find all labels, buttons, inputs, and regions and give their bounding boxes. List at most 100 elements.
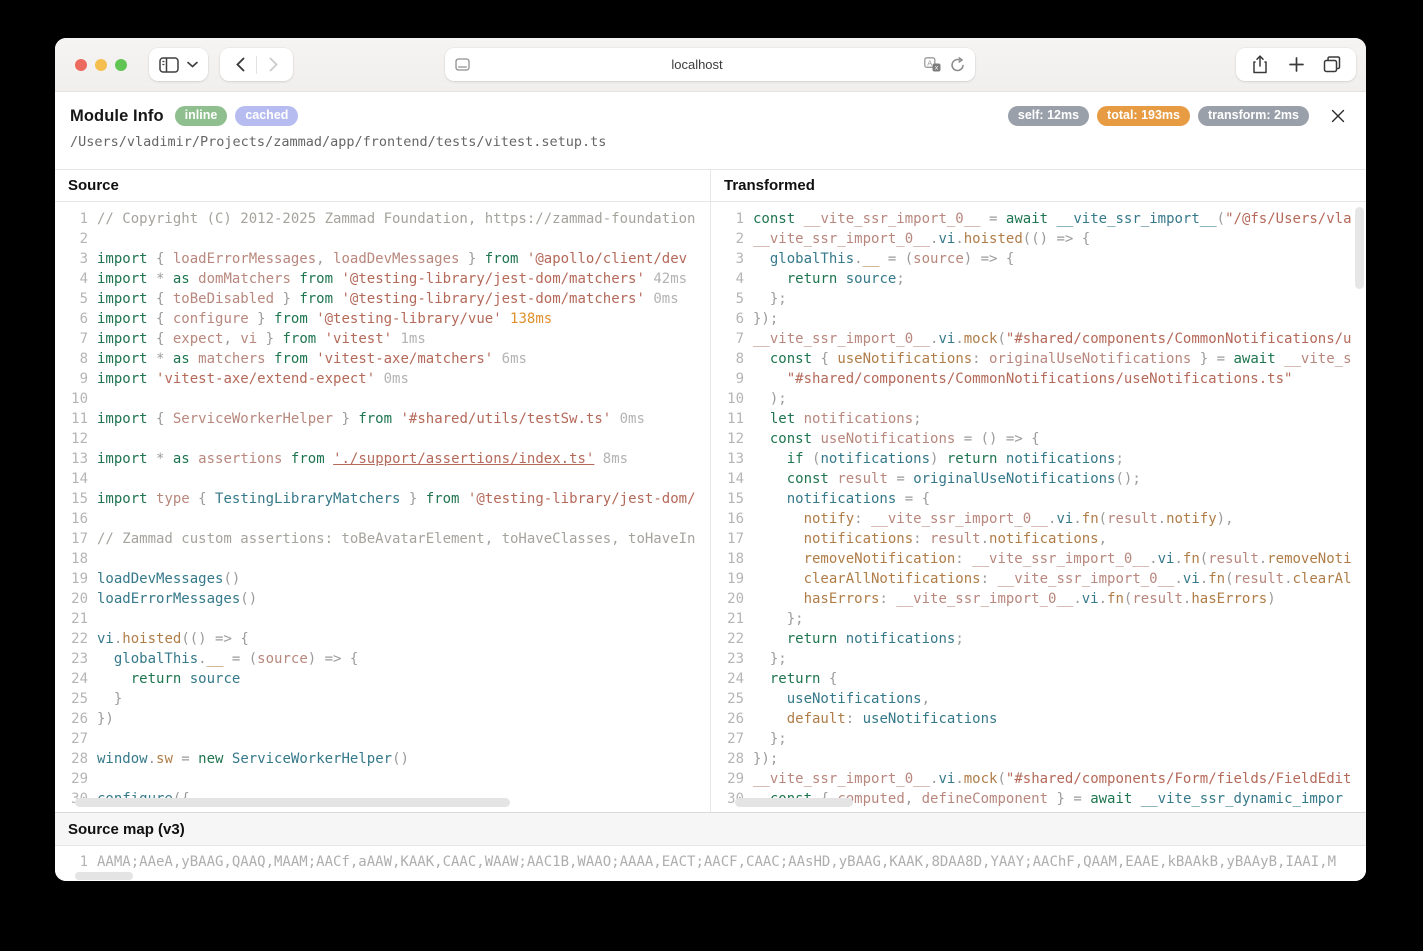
address-bar[interactable]: localhost A x [445,48,975,81]
code-token: hasErrors [804,591,880,607]
line-number: 18 [55,549,97,569]
source-horizontal-scrollbar[interactable] [75,798,510,807]
code-text: let notifications; [753,409,922,429]
code-token: __vite_ssr_import_0__ [896,591,1073,607]
code-text: const useNotifications = () => { [753,429,1040,449]
translate-icon[interactable]: A x [924,57,941,72]
code-token: : [846,711,863,727]
code-token [837,271,845,287]
module-info-header: Module Info inline cached self: 12ms tot… [55,92,1366,169]
code-text: import { ServiceWorkerHelper } from '#sh… [97,409,645,429]
sidebar-toggle-button[interactable] [149,48,208,81]
code-token: useNotifications [787,691,922,707]
code-token: await [1090,791,1132,807]
code-line: 20loadErrorMessages() [55,589,710,609]
line-number: 4 [55,269,97,289]
code-token: = [888,471,913,487]
code-text: notifications: result.notifications, [753,529,1107,549]
source-code-editor[interactable]: 1// Copyright (C) 2012-2025 Zammad Found… [55,202,710,812]
code-token: , [922,691,930,707]
zoom-window-button[interactable] [115,59,127,71]
line-number: 23 [55,649,97,669]
code-token: notifications [989,531,1099,547]
forward-button[interactable] [257,51,289,79]
code-token: originalUseNotifications [913,471,1115,487]
timing-total-badge: total: 193ms [1097,106,1190,126]
module-link[interactable]: './support/assertions/index.ts' [333,451,594,467]
code-token: (); [1115,471,1140,487]
sourcemap-horizontal-scrollbar[interactable] [75,872,133,880]
code-token: * [148,271,173,287]
code-token [753,251,770,267]
share-button[interactable] [1242,51,1278,79]
code-token: } [274,291,299,307]
code-token: = [981,211,1006,227]
transformed-vertical-scrollbar[interactable] [1355,207,1364,289]
code-token: ( [997,331,1005,347]
code-token [753,411,770,427]
code-text: vi.hoisted(() => { [97,629,249,649]
code-token: return [787,271,838,287]
line-number: 27 [55,729,97,749]
code-token: * [148,451,173,467]
line-number: 9 [711,369,753,389]
close-icon[interactable] [1327,105,1349,127]
code-text: } [97,689,122,709]
code-token: "#shared/components/Form/fields/FieldEdi… [1006,771,1352,787]
new-tab-button[interactable] [1278,51,1314,79]
tab-overview-button[interactable] [1314,51,1350,79]
code-token: = [173,751,198,767]
code-token: if [787,451,804,467]
code-text: import 'vitest-axe/extend-expect' 0ms [97,369,409,389]
timing-transform-badge: transform: 2ms [1198,106,1309,126]
code-line: 15 notifications = { [711,489,1366,509]
code-token: notify [1166,511,1217,527]
code-token: __vite_ssr_dynamic_impor [1141,791,1343,807]
code-token: useNotifications [837,351,972,367]
svg-text:A: A [927,58,932,67]
code-line: 29 [55,769,710,789]
code-token: configure [173,311,249,327]
code-line: 27 }; [711,729,1366,749]
line-number: 25 [711,689,753,709]
code-token: removeNoti [1267,551,1351,567]
code-token: await [1006,211,1048,227]
code-token: ) [1267,591,1275,607]
code-text: if (notifications) return notifications; [753,449,1124,469]
code-token [753,351,770,367]
code-line: 11 let notifications; [711,409,1366,429]
code-token: } [333,411,358,427]
code-token: import [97,371,148,387]
code-token: return [947,451,998,467]
minimize-window-button[interactable] [95,59,107,71]
code-line: 2 [55,229,710,249]
code-token: notifications [1006,451,1116,467]
code-token: from [299,291,333,307]
sourcemap-editor[interactable]: 1AAMA;AAeA,yBAAG,QAAQ,MAAM;AACf,aAAW,KAA… [55,846,1366,881]
code-line: 13import * as assertions from './support… [55,449,710,469]
code-token: __ [863,251,880,267]
code-token: }; [753,651,787,667]
code-token: . [955,771,963,787]
code-token: ( [1200,551,1208,567]
transformed-code-editor[interactable]: 1const __vite_ssr_import_0__ = await __v… [711,202,1366,812]
transformed-horizontal-scrollbar[interactable] [735,798,853,807]
reload-icon[interactable] [950,57,965,73]
code-token: notifications [804,411,914,427]
line-number: 6 [711,309,753,329]
code-token: source [913,251,964,267]
code-token: } [400,491,425,507]
sidebar-icon [159,57,179,73]
code-line: 5 }; [711,289,1366,309]
code-text: }; [753,609,804,629]
code-token: , [1099,531,1107,547]
code-token: result [1132,591,1183,607]
code-text: __vite_ssr_import_0__.vi.hoisted(() => { [753,229,1090,249]
code-token: type [156,491,190,507]
inline-badge: inline [175,106,228,126]
back-button[interactable] [224,51,256,79]
code-token [753,471,787,487]
import-timing: 138ms [502,311,553,327]
close-window-button[interactable] [75,59,87,71]
code-token [753,371,787,387]
